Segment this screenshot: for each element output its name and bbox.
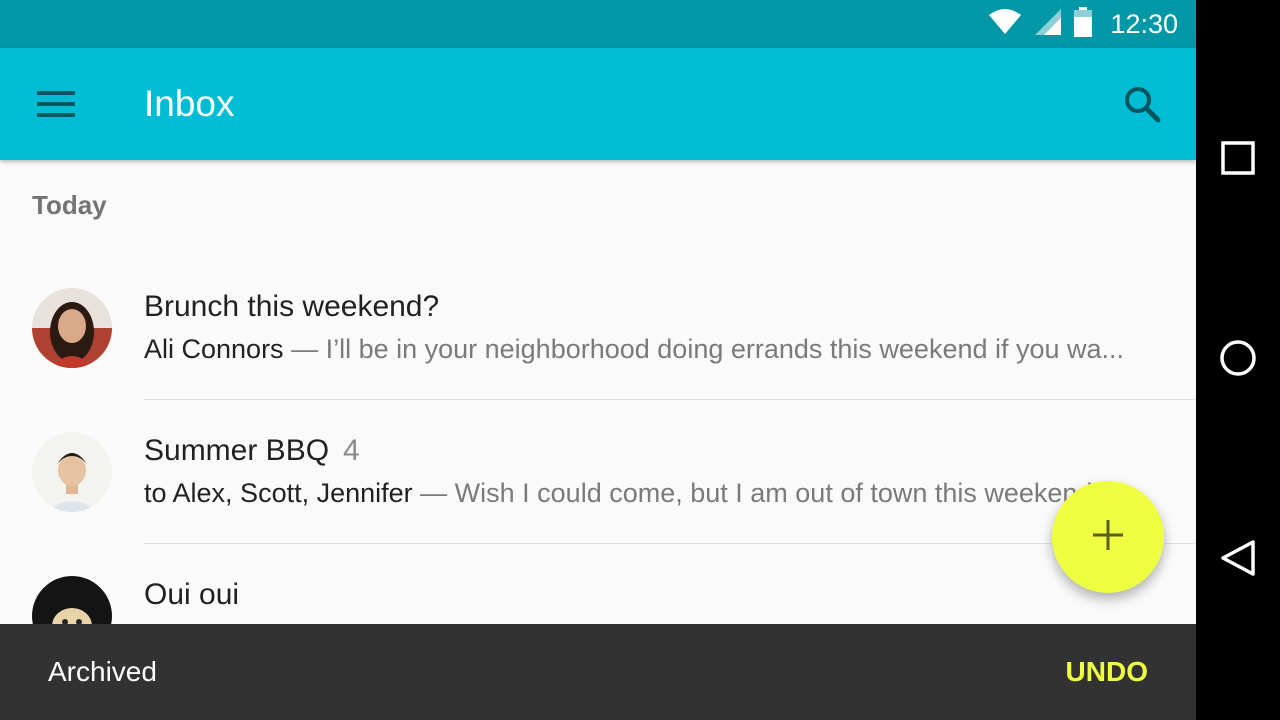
message-preview: to Alex, Scott, Jennifer — Wish I could … <box>144 478 1168 509</box>
wifi-icon <box>988 8 1022 40</box>
search-icon[interactable] <box>1118 80 1166 128</box>
back-button[interactable] <box>1196 518 1280 602</box>
home-button[interactable] <box>1196 318 1280 402</box>
message-snippet: — Wish I could come, but I am out of tow… <box>412 478 1100 508</box>
undo-button[interactable]: UNDO <box>1066 624 1148 720</box>
status-time: 12:30 <box>1110 8 1178 39</box>
back-icon <box>1220 539 1256 582</box>
avatar <box>32 432 112 512</box>
message-snippet: — I’ll be in your neighborhood doing err… <box>283 334 1125 364</box>
message-title: Oui oui <box>144 578 239 612</box>
page-title: Inbox <box>144 83 235 124</box>
compose-fab-button[interactable] <box>1052 481 1164 593</box>
add-icon <box>1093 519 1123 555</box>
snackbar: Archived UNDO <box>0 624 1196 720</box>
inbox-screen: 12:30 Inbox Today Brunch this weekend? A… <box>0 0 1196 720</box>
message-sender: Ali Connors <box>144 334 284 364</box>
recents-button[interactable] <box>1196 118 1280 202</box>
message-title: Brunch this weekend? <box>144 290 439 324</box>
subheader-today: Today <box>32 190 107 220</box>
status-bar: 12:30 <box>0 0 1196 48</box>
system-nav-bar <box>1196 0 1280 720</box>
message-subject: Brunch this weekend? <box>144 290 440 323</box>
list-item[interactable]: Summer BBQ 4 to Alex, Scott, Jennifer — W… <box>0 400 1196 544</box>
message-preview: Ali Connors — I’ll be in your neighborho… <box>144 334 1168 365</box>
battery-icon <box>1074 6 1093 42</box>
message-sender: to Alex, Scott, Jennifer <box>144 478 413 508</box>
menu-icon[interactable] <box>28 84 84 124</box>
message-subject: Summer BBQ <box>144 434 330 467</box>
message-count: 4 <box>343 434 360 467</box>
snackbar-message: Archived <box>48 656 157 687</box>
cellular-signal-icon <box>1034 8 1062 41</box>
list-item[interactable]: Brunch this weekend? Ali Connors — I’ll … <box>0 256 1196 400</box>
avatar <box>32 288 112 368</box>
app-bar: Inbox <box>0 48 1196 160</box>
status-icons: 12:30 <box>988 0 1178 48</box>
message-subject: Oui oui <box>144 578 240 611</box>
recents-icon <box>1221 140 1255 180</box>
message-title: Summer BBQ 4 <box>144 434 360 468</box>
home-icon <box>1219 339 1257 382</box>
